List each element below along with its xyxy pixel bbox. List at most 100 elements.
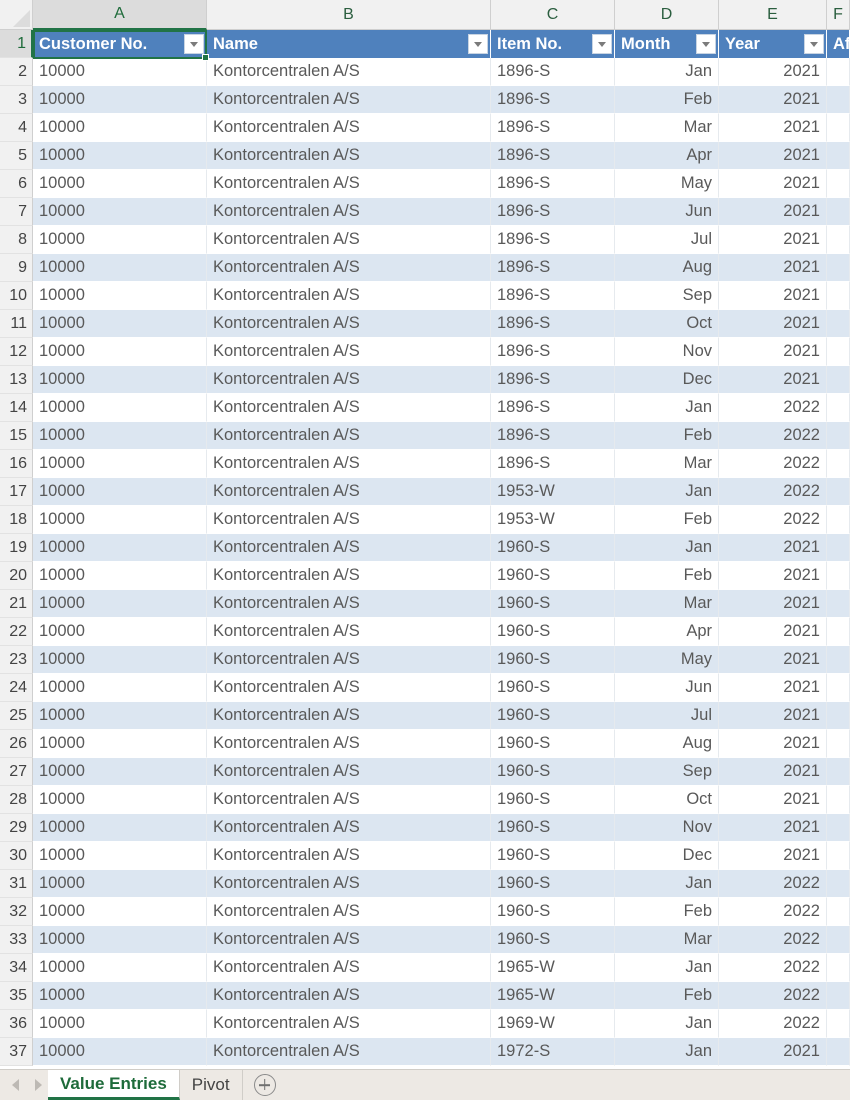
table-row[interactable]: 19 10000 Kontorcentralen A/S 1960-S Jan 2021 xyxy=(0,534,850,562)
cell-f19[interactable] xyxy=(827,534,850,562)
cell-a31[interactable]: 10000 xyxy=(33,870,207,898)
cell-c11[interactable]: 1896-S xyxy=(491,310,615,338)
cell-e4[interactable]: 2021 xyxy=(719,114,827,142)
table-row[interactable]: 2 10000 Kontorcentralen A/S 1896-S Jan 2021 xyxy=(0,58,850,86)
cell-d34[interactable]: Jan xyxy=(615,954,719,982)
cell-e9[interactable]: 2021 xyxy=(719,254,827,282)
cell-c28[interactable]: 1960-S xyxy=(491,786,615,814)
cell-c16[interactable]: 1896-S xyxy=(491,450,615,478)
cell-f22[interactable] xyxy=(827,618,850,646)
table-row[interactable]: 6 10000 Kontorcentralen A/S 1896-S May 2021 xyxy=(0,170,850,198)
cell-c23[interactable]: 1960-S xyxy=(491,646,615,674)
row-header-17[interactable]: 17 xyxy=(0,478,33,506)
cell-f31[interactable] xyxy=(827,870,850,898)
cell-b36[interactable]: Kontorcentralen A/S xyxy=(207,1010,491,1038)
cell-e32[interactable]: 2022 xyxy=(719,898,827,926)
table-row[interactable]: 13 10000 Kontorcentralen A/S 1896-S Dec 2021 xyxy=(0,366,850,394)
row-header-10[interactable]: 10 xyxy=(0,282,33,310)
cell-d19[interactable]: Jan xyxy=(615,534,719,562)
filter-dropdown-a-icon[interactable] xyxy=(184,34,204,54)
cell-d16[interactable]: Mar xyxy=(615,450,719,478)
cell-a4[interactable]: 10000 xyxy=(33,114,207,142)
table-row[interactable]: 10 10000 Kontorcentralen A/S 1896-S Sep 2021 xyxy=(0,282,850,310)
cell-f18[interactable] xyxy=(827,506,850,534)
cell-b20[interactable]: Kontorcentralen A/S xyxy=(207,562,491,590)
cell-d2[interactable]: Jan xyxy=(615,58,719,86)
filter-dropdown-b-icon[interactable] xyxy=(468,34,488,54)
cell-b17[interactable]: Kontorcentralen A/S xyxy=(207,478,491,506)
cell-a20[interactable]: 10000 xyxy=(33,562,207,590)
table-row[interactable]: 17 10000 Kontorcentralen A/S 1953-W Jan 2022 xyxy=(0,478,850,506)
cell-e15[interactable]: 2022 xyxy=(719,422,827,450)
cell-f4[interactable] xyxy=(827,114,850,142)
cell-c33[interactable]: 1960-S xyxy=(491,926,615,954)
cell-d3[interactable]: Feb xyxy=(615,86,719,114)
cell-f15[interactable] xyxy=(827,422,850,450)
cell-f29[interactable] xyxy=(827,814,850,842)
cell-a8[interactable]: 10000 xyxy=(33,226,207,254)
table-row[interactable]: 15 10000 Kontorcentralen A/S 1896-S Feb 2022 xyxy=(0,422,850,450)
column-header-a[interactable]: A xyxy=(33,0,207,30)
row-header-21[interactable]: 21 xyxy=(0,590,33,618)
cell-c17[interactable]: 1953-W xyxy=(491,478,615,506)
row-header-8[interactable]: 8 xyxy=(0,226,33,254)
table-row[interactable]: 36 10000 Kontorcentralen A/S 1969-W Jan 2022 xyxy=(0,1010,850,1038)
row-header-18[interactable]: 18 xyxy=(0,506,33,534)
cell-f3[interactable] xyxy=(827,86,850,114)
cell-a10[interactable]: 10000 xyxy=(33,282,207,310)
cell-f26[interactable] xyxy=(827,730,850,758)
cell-a3[interactable]: 10000 xyxy=(33,86,207,114)
column-header-cell-d[interactable]: Month xyxy=(615,30,719,58)
cell-a21[interactable]: 10000 xyxy=(33,590,207,618)
cell-b33[interactable]: Kontorcentralen A/S xyxy=(207,926,491,954)
cell-b25[interactable]: Kontorcentralen A/S xyxy=(207,702,491,730)
table-row[interactable]: 18 10000 Kontorcentralen A/S 1953-W Feb 2022 xyxy=(0,506,850,534)
cell-d33[interactable]: Mar xyxy=(615,926,719,954)
cell-b2[interactable]: Kontorcentralen A/S xyxy=(207,58,491,86)
sheet-tab-value-entries[interactable]: Value Entries xyxy=(48,1070,180,1100)
row-header-11[interactable]: 11 xyxy=(0,310,33,338)
cell-c27[interactable]: 1960-S xyxy=(491,758,615,786)
row-header-3[interactable]: 3 xyxy=(0,86,33,114)
cell-f11[interactable] xyxy=(827,310,850,338)
cell-f10[interactable] xyxy=(827,282,850,310)
cell-d4[interactable]: Mar xyxy=(615,114,719,142)
row-header-31[interactable]: 31 xyxy=(0,870,33,898)
cell-c19[interactable]: 1960-S xyxy=(491,534,615,562)
cell-c22[interactable]: 1960-S xyxy=(491,618,615,646)
nav-right-icon[interactable] xyxy=(35,1079,42,1091)
row-header-20[interactable]: 20 xyxy=(0,562,33,590)
table-row[interactable]: 32 10000 Kontorcentralen A/S 1960-S Feb 2022 xyxy=(0,898,850,926)
table-row[interactable]: 23 10000 Kontorcentralen A/S 1960-S May 2021 xyxy=(0,646,850,674)
cell-a33[interactable]: 10000 xyxy=(33,926,207,954)
cell-b35[interactable]: Kontorcentralen A/S xyxy=(207,982,491,1010)
row-header-13[interactable]: 13 xyxy=(0,366,33,394)
cell-b11[interactable]: Kontorcentralen A/S xyxy=(207,310,491,338)
cell-d28[interactable]: Oct xyxy=(615,786,719,814)
cell-b18[interactable]: Kontorcentralen A/S xyxy=(207,506,491,534)
cell-a2[interactable]: 10000 xyxy=(33,58,207,86)
row-header-6[interactable]: 6 xyxy=(0,170,33,198)
table-row[interactable]: 29 10000 Kontorcentralen A/S 1960-S Nov 2021 xyxy=(0,814,850,842)
cell-f33[interactable] xyxy=(827,926,850,954)
cell-b29[interactable]: Kontorcentralen A/S xyxy=(207,814,491,842)
column-header-cell-e[interactable]: Year xyxy=(719,30,827,58)
table-row[interactable]: 8 10000 Kontorcentralen A/S 1896-S Jul 2021 xyxy=(0,226,850,254)
filter-dropdown-e-icon[interactable] xyxy=(804,34,824,54)
cell-a7[interactable]: 10000 xyxy=(33,198,207,226)
row-header-35[interactable]: 35 xyxy=(0,982,33,1010)
table-row[interactable]: 5 10000 Kontorcentralen A/S 1896-S Apr 2021 xyxy=(0,142,850,170)
cell-b10[interactable]: Kontorcentralen A/S xyxy=(207,282,491,310)
row-header-33[interactable]: 33 xyxy=(0,926,33,954)
cell-e5[interactable]: 2021 xyxy=(719,142,827,170)
cell-e30[interactable]: 2021 xyxy=(719,842,827,870)
cell-e20[interactable]: 2021 xyxy=(719,562,827,590)
cell-a19[interactable]: 10000 xyxy=(33,534,207,562)
cell-a15[interactable]: 10000 xyxy=(33,422,207,450)
cell-d37[interactable]: Jan xyxy=(615,1038,719,1066)
cell-a17[interactable]: 10000 xyxy=(33,478,207,506)
row-header-14[interactable]: 14 xyxy=(0,394,33,422)
row-header-32[interactable]: 32 xyxy=(0,898,33,926)
cell-a29[interactable]: 10000 xyxy=(33,814,207,842)
cell-d29[interactable]: Nov xyxy=(615,814,719,842)
